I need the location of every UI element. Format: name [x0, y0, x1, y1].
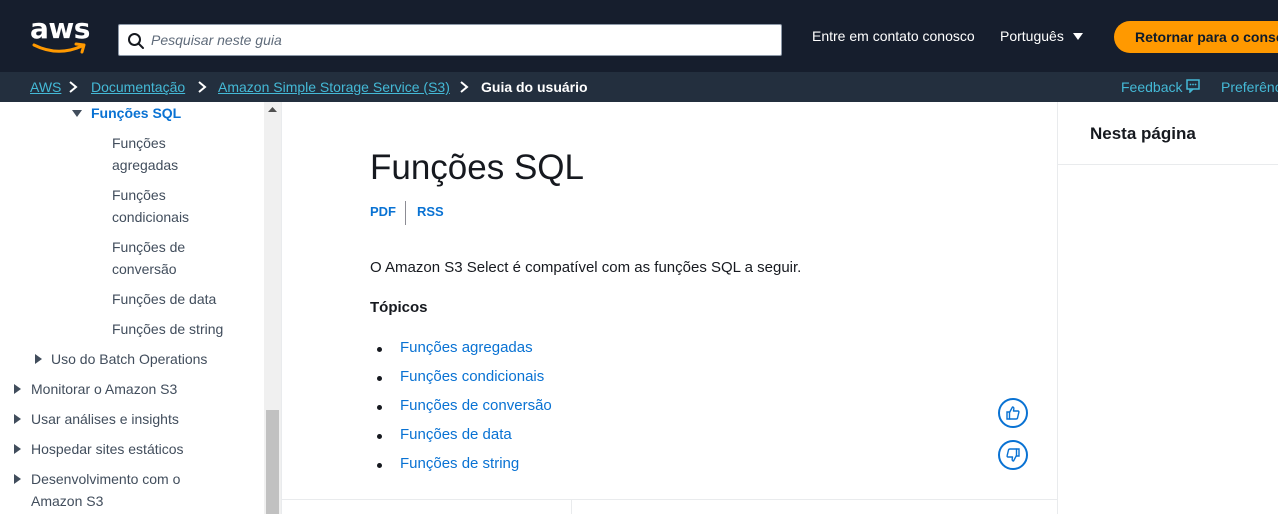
nav-item-label: Funções de data [112, 291, 217, 307]
feedback-link[interactable]: Feedback [1121, 79, 1182, 95]
nav-item-batch-operations[interactable]: Uso do Batch Operations [51, 348, 207, 370]
on-this-page-title: Nesta página [1090, 124, 1196, 143]
feedback-icon[interactable] [1186, 79, 1200, 93]
nav-item-label: Funções de string [112, 321, 224, 337]
caret-expanded-icon[interactable] [72, 109, 82, 119]
thumbs-down-icon [1006, 448, 1020, 462]
topic-link-conversao[interactable]: Funções de conversão [400, 397, 552, 414]
bullet [377, 434, 382, 439]
content-footer-divider [282, 499, 1058, 500]
nav-item-monitorar[interactable]: Monitorar o Amazon S3 [31, 378, 177, 400]
page-title: Funções SQL [370, 148, 584, 187]
return-to-console-button[interactable]: Retornar para o console [1114, 21, 1278, 53]
pdf-link[interactable]: PDF [370, 204, 396, 219]
caret-down-icon[interactable] [1072, 32, 1084, 42]
caret-collapsed-icon[interactable] [13, 384, 23, 394]
nav-item-desenvolvimento[interactable]: Desenvolvimento com o Amazon S3 [31, 468, 180, 512]
caret-collapsed-icon[interactable] [13, 414, 23, 424]
right-rail-separator [1058, 164, 1278, 165]
list-item: Funções condicionais [370, 367, 552, 396]
breadcrumb-documentation[interactable]: Documentação [91, 79, 185, 95]
content-footer-divider [571, 500, 572, 514]
left-navigation: Funções SQL Funções agregadas Funções co… [0, 102, 264, 514]
aws-logo-text: aws [30, 12, 90, 45]
search-input[interactable] [151, 25, 771, 55]
link-divider [405, 201, 406, 225]
caret-collapsed-icon[interactable] [13, 444, 23, 454]
topics-heading: Tópicos [370, 299, 428, 316]
intro-paragraph: O Amazon S3 Select é compatível com as f… [370, 259, 802, 276]
nav-item-label: agregadas [112, 157, 179, 173]
bullet [377, 347, 382, 352]
nav-divider [281, 102, 282, 514]
chevron-right-icon [198, 81, 207, 93]
scroll-thumb[interactable] [266, 410, 279, 514]
chevron-right-icon [460, 81, 469, 93]
search-box[interactable] [118, 24, 782, 56]
breadcrumb: AWS Documentação Amazon Simple Storage S… [0, 72, 1278, 102]
rss-link[interactable]: RSS [417, 204, 444, 219]
nav-item-label: conversão [112, 261, 177, 277]
nav-item-label: condicionais [112, 209, 190, 225]
thumbs-down-button[interactable] [998, 440, 1028, 470]
language-selector[interactable]: Português [1000, 28, 1064, 44]
nav-item-label: Amazon S3 [31, 493, 104, 509]
topics-list: Funções agregadas Funções condicionais F… [370, 338, 552, 483]
chevron-right-icon [69, 81, 78, 93]
bullet [377, 463, 382, 468]
breadcrumb-s3[interactable]: Amazon Simple Storage Service (S3) [218, 79, 450, 95]
caret-collapsed-icon[interactable] [13, 474, 23, 484]
nav-item-label: Desenvolvimento com o [31, 471, 181, 487]
bullet [377, 405, 382, 410]
breadcrumb-current: Guia do usuário [481, 79, 588, 95]
topic-link-agregadas[interactable]: Funções agregadas [400, 339, 533, 356]
list-item: Funções agregadas [370, 338, 552, 367]
nav-item-analises[interactable]: Usar análises e insights [31, 408, 179, 430]
search-icon [128, 33, 144, 49]
nav-item-label: Funções [112, 135, 166, 151]
topic-link-condicionais[interactable]: Funções condicionais [400, 368, 544, 385]
nav-item-funcoes-string[interactable]: Funções de string [112, 318, 223, 340]
preferences-link[interactable]: Preferências [1221, 79, 1278, 95]
list-item: Funções de string [370, 454, 552, 483]
breadcrumb-aws[interactable]: AWS [30, 79, 61, 95]
nav-item-funcoes-sql[interactable]: Funções SQL [91, 102, 181, 124]
caret-collapsed-icon[interactable] [34, 354, 44, 364]
contact-us-link[interactable]: Entre em contato conosco [812, 28, 975, 44]
bullet [377, 376, 382, 381]
list-item: Funções de data [370, 425, 552, 454]
aws-smile-icon [32, 42, 86, 54]
topic-link-data[interactable]: Funções de data [400, 426, 512, 443]
topic-link-string[interactable]: Funções de string [400, 455, 519, 472]
list-item: Funções de conversão [370, 396, 552, 425]
nav-scrollbar[interactable] [264, 102, 281, 514]
nav-item-funcoes-condicionais[interactable]: Funções condicionais [112, 184, 189, 228]
nav-item-sites-estaticos[interactable]: Hospedar sites estáticos [31, 438, 184, 460]
nav-item-funcoes-data[interactable]: Funções de data [112, 288, 216, 310]
nav-item-label: Funções [112, 187, 166, 203]
thumbs-up-button[interactable] [998, 398, 1028, 428]
thumbs-up-icon [1006, 406, 1020, 420]
scroll-up-arrow-icon[interactable] [268, 106, 277, 113]
top-header: aws Entre em contato conosco Português R… [0, 0, 1278, 72]
nav-item-funcoes-conversao[interactable]: Funções de conversão [112, 236, 185, 280]
aws-logo[interactable]: aws [30, 14, 90, 58]
nav-item-funcoes-agregadas[interactable]: Funções agregadas [112, 132, 178, 176]
nav-item-label: Funções de [112, 239, 186, 255]
